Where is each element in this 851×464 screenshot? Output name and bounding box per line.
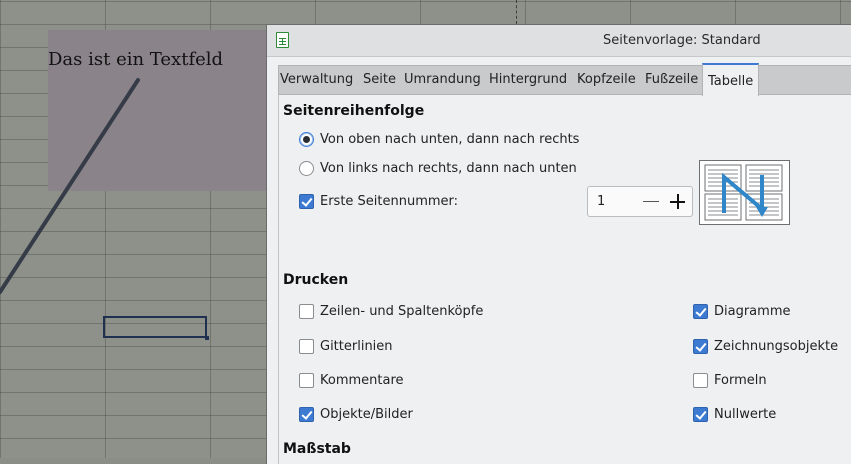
tab-content-tabelle: Seitenreihenfolge Von oben nach unten, d… xyxy=(278,95,851,464)
tab-seite[interactable]: Seite xyxy=(363,66,396,95)
page-order-illustration-icon xyxy=(704,164,783,221)
radio-button[interactable] xyxy=(299,131,314,147)
print-grid[interactable]: Gitterlinien xyxy=(299,336,393,356)
radio-top-to-bottom[interactable]: Von oben nach unten, dann nach rechts xyxy=(299,129,579,149)
print-row-col-headers[interactable]: Zeilen- und Spaltenköpfe xyxy=(299,301,483,321)
page-order-heading: Seitenreihenfolge xyxy=(283,103,425,119)
print-zero-values[interactable]: Nullwerte xyxy=(693,404,776,424)
tab-tabelle[interactable]: Tabelle xyxy=(702,63,760,96)
checkbox-label: Objekte/Bilder xyxy=(320,406,413,422)
dialog-title: Seitenvorlage: Standard xyxy=(603,33,761,48)
dialog-titlebar[interactable]: Seitenvorlage: Standard xyxy=(267,25,851,57)
print-heading: Drucken xyxy=(283,272,349,288)
tab-kopfzeile[interactable]: Kopfzeile xyxy=(577,66,636,95)
checkbox-label: Formeln xyxy=(714,372,767,388)
minus-icon[interactable] xyxy=(643,201,659,202)
checkbox-label: Erste Seitennummer: xyxy=(320,193,459,209)
tab-bar: Verwaltung Seite Umrandung Hintergrund K… xyxy=(278,63,851,96)
checkbox[interactable] xyxy=(299,338,314,354)
tab-fusszeile[interactable]: Fußzeile xyxy=(645,66,698,95)
scale-heading: Maßstab xyxy=(283,441,351,457)
checkbox[interactable] xyxy=(693,303,708,319)
first-page-number-checkbox[interactable]: Erste Seitennummer: xyxy=(299,191,458,211)
checkbox[interactable] xyxy=(693,338,708,354)
radio-left-to-right[interactable]: Von links nach rechts, dann nach unten xyxy=(299,158,577,178)
checkbox[interactable] xyxy=(299,303,314,319)
print-comments[interactable]: Kommentare xyxy=(299,370,404,390)
page-style-dialog: Seitenvorlage: Standard Verwaltung Seite… xyxy=(266,24,851,464)
plus-icon[interactable] xyxy=(670,194,686,210)
first-page-number-spinbox[interactable]: 1 xyxy=(587,186,693,217)
cell-cursor[interactable] xyxy=(103,316,209,340)
checkbox-label: Nullwerte xyxy=(714,406,777,422)
checkbox-label: Zeilen- und Spaltenköpfe xyxy=(320,303,484,319)
print-formulas[interactable]: Formeln xyxy=(693,370,767,390)
checkbox-label: Gitterlinien xyxy=(320,338,393,354)
checkbox[interactable] xyxy=(299,372,314,388)
radio-label: Von links nach rechts, dann nach unten xyxy=(320,160,577,176)
checkbox-label: Diagramme xyxy=(714,303,791,319)
calc-app-icon xyxy=(276,32,289,48)
checkbox[interactable] xyxy=(693,372,708,388)
checkbox[interactable] xyxy=(299,193,314,209)
print-objects[interactable]: Objekte/Bilder xyxy=(299,404,413,424)
print-drawings[interactable]: Zeichnungsobjekte xyxy=(693,336,838,356)
tab-hintergrund[interactable]: Hintergrund xyxy=(489,66,567,95)
checkbox[interactable] xyxy=(299,406,314,422)
radio-button[interactable] xyxy=(299,160,314,176)
line-shape[interactable] xyxy=(0,0,270,300)
checkbox[interactable] xyxy=(693,406,708,422)
page-order-preview xyxy=(699,160,790,225)
tab-verwaltung[interactable]: Verwaltung xyxy=(280,66,353,95)
spin-value[interactable]: 1 xyxy=(597,194,605,209)
checkbox-label: Kommentare xyxy=(320,372,404,388)
radio-label: Von oben nach unten, dann nach rechts xyxy=(320,131,580,147)
checkbox-label: Zeichnungsobjekte xyxy=(714,338,839,354)
print-charts[interactable]: Diagramme xyxy=(693,301,790,321)
page-break-line xyxy=(516,0,517,24)
tab-umrandung[interactable]: Umrandung xyxy=(404,66,481,95)
